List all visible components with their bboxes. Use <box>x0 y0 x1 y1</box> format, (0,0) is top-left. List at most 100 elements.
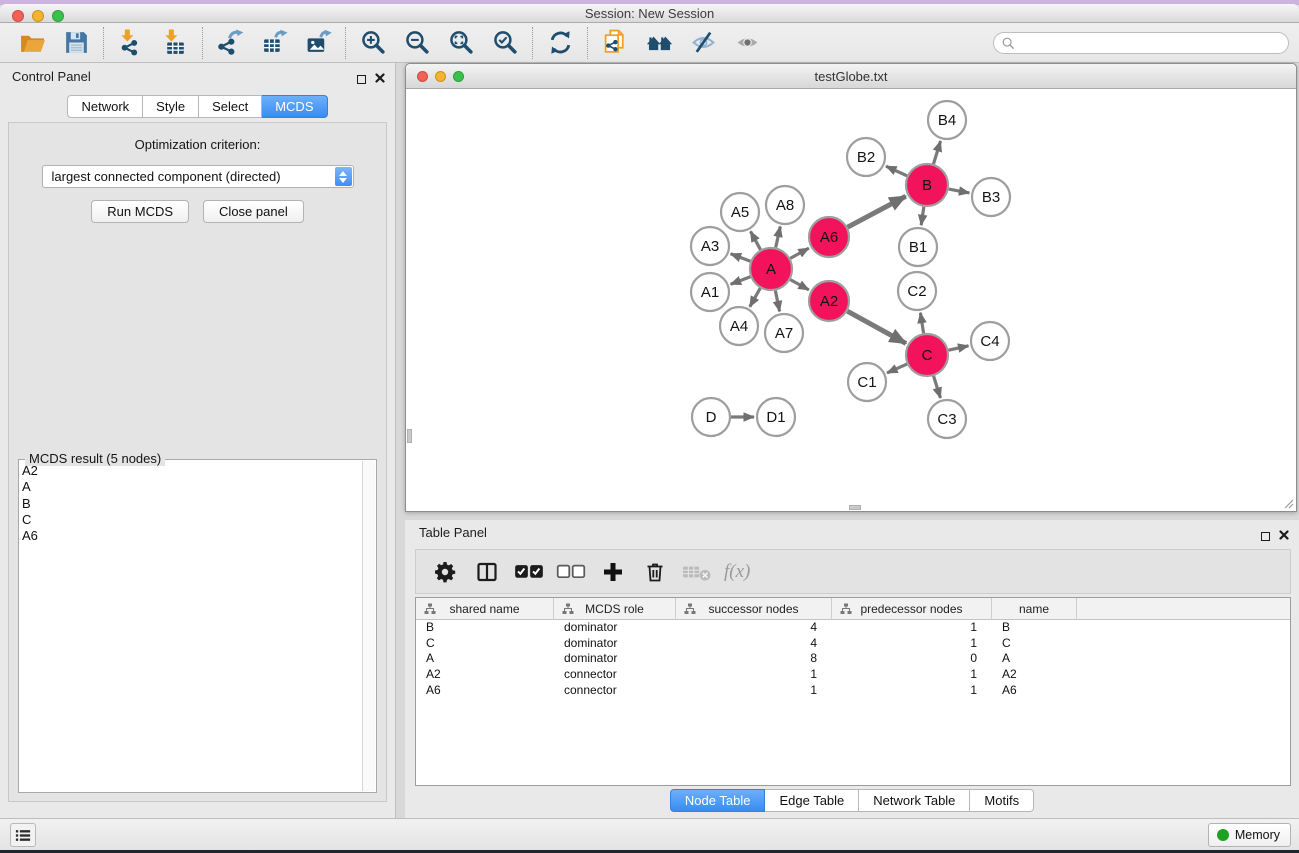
import-network-button[interactable] <box>109 26 153 60</box>
edge-B-B4[interactable] <box>933 141 940 164</box>
node-A2[interactable]: A2 <box>809 281 849 321</box>
node-B4[interactable]: B4 <box>928 101 966 139</box>
node-C3[interactable]: C3 <box>928 400 966 438</box>
node-A4[interactable]: A4 <box>720 307 758 345</box>
close-panel-button[interactable]: Close panel <box>203 200 304 223</box>
edge-C-C2[interactable] <box>920 313 923 334</box>
result-scrollbar[interactable] <box>362 461 375 791</box>
node-C2[interactable]: C2 <box>898 272 936 310</box>
mcds-result-item[interactable]: A <box>22 479 360 495</box>
toggle-show-button[interactable] <box>725 26 769 60</box>
edge-A-A1[interactable] <box>731 277 751 284</box>
edge-A6-B[interactable] <box>848 196 906 227</box>
node-A6[interactable]: A6 <box>809 217 849 257</box>
tab-select[interactable]: Select <box>199 95 262 118</box>
tab-network[interactable]: Network <box>67 95 143 118</box>
tab-node-table[interactable]: Node Table <box>670 789 766 812</box>
settings-button[interactable] <box>426 554 464 590</box>
node-A3[interactable]: A3 <box>691 227 729 265</box>
deselect-all-button[interactable] <box>552 554 590 590</box>
node-B[interactable]: B <box>906 164 948 206</box>
function-builder-button[interactable]: f(x) <box>720 561 750 583</box>
mcds-result-item[interactable]: B <box>22 496 360 512</box>
float-table-panel-icon[interactable] <box>1261 532 1270 541</box>
zoom-selected-button[interactable] <box>483 26 527 60</box>
edge-A-A2[interactable] <box>790 280 809 290</box>
edge-A-A5[interactable] <box>751 231 761 249</box>
edge-B-B3[interactable] <box>949 189 970 193</box>
zoom-out-button[interactable] <box>395 26 439 60</box>
canvas-vertical-scroll-thumb[interactable] <box>407 429 412 443</box>
table-row[interactable]: Bdominator41B <box>416 620 1290 636</box>
home-button[interactable] <box>637 26 681 60</box>
close-panel-icon[interactable] <box>375 70 385 88</box>
node-C4[interactable]: C4 <box>971 322 1009 360</box>
column-header-successor-nodes[interactable]: successor nodes <box>676 598 832 620</box>
mcds-result-item[interactable]: A2 <box>22 463 360 479</box>
column-header-predecessor-nodes[interactable]: predecessor nodes <box>832 598 992 620</box>
node-D1[interactable]: D1 <box>757 398 795 436</box>
optimization-select[interactable]: largest connected component (directed) <box>42 165 354 188</box>
mcds-result-item[interactable]: A6 <box>22 528 360 544</box>
edge-A-A4[interactable] <box>750 288 760 307</box>
search-box[interactable] <box>993 32 1289 54</box>
import-table-button[interactable] <box>153 26 197 60</box>
node-B2[interactable]: B2 <box>847 138 885 176</box>
save-session-button[interactable] <box>54 26 98 60</box>
clone-network-button[interactable] <box>593 26 637 60</box>
column-header-name[interactable]: name <box>992 598 1077 620</box>
table-row[interactable]: Adominator80A <box>416 651 1290 667</box>
tab-mcds[interactable]: MCDS <box>262 95 327 118</box>
node-B3[interactable]: B3 <box>972 178 1010 216</box>
table-row[interactable]: Cdominator41C <box>416 636 1290 652</box>
export-image-button[interactable] <box>296 26 340 60</box>
node-C1[interactable]: C1 <box>848 363 886 401</box>
edge-B-B1[interactable] <box>921 207 924 225</box>
node-A5[interactable]: A5 <box>721 193 759 231</box>
memory-button[interactable]: Memory <box>1208 823 1291 847</box>
canvas-horizontal-scroll-thumb[interactable] <box>849 505 861 510</box>
column-header-shared-name[interactable]: shared name <box>416 598 554 620</box>
float-panel-icon[interactable] <box>357 75 366 84</box>
table-row[interactable]: A6connector11A6 <box>416 683 1290 699</box>
select-all-button[interactable] <box>510 554 548 590</box>
network-graph[interactable]: B4 B2 B B3 B1 A5A8A6 A3 A A1 A2 C2 A4A7 C4 C C1 C3 D D1 <box>406 89 1296 511</box>
edge-C-C3[interactable] <box>934 376 941 398</box>
edge-B-B2[interactable] <box>886 166 907 176</box>
edge-A-A3[interactable] <box>731 254 751 261</box>
node-C[interactable]: C <box>906 334 948 376</box>
mcds-result-list[interactable]: A2ABCA6 <box>22 463 360 789</box>
tab-edge-table[interactable]: Edge Table <box>765 789 859 812</box>
table-row[interactable]: A2connector11A2 <box>416 667 1290 683</box>
edge-C-C1[interactable] <box>887 364 907 373</box>
node-A8[interactable]: A8 <box>766 186 804 224</box>
run-mcds-button[interactable]: Run MCDS <box>91 200 189 223</box>
export-table-button[interactable] <box>252 26 296 60</box>
network-canvas[interactable]: B4 B2 B B3 B1 A5A8A6 A3 A A1 A2 C2 A4A7 C4 C C1 C3 D D1 <box>406 89 1296 511</box>
tab-style[interactable]: Style <box>143 95 199 118</box>
mcds-result-item[interactable]: C <box>22 512 360 528</box>
open-session-button[interactable] <box>10 26 54 60</box>
split-columns-button[interactable] <box>468 554 506 590</box>
node-B1[interactable]: B1 <box>899 228 937 266</box>
zoom-fit-button[interactable] <box>439 26 483 60</box>
node-D[interactable]: D <box>692 398 730 436</box>
edge-C-C4[interactable] <box>948 346 968 350</box>
edge-A-A7[interactable] <box>775 291 779 312</box>
task-history-button[interactable] <box>10 823 36 847</box>
close-table-panel-icon[interactable] <box>1279 527 1289 545</box>
resize-grip-icon[interactable] <box>1282 497 1294 509</box>
node-A1[interactable]: A1 <box>691 273 729 311</box>
zoom-in-button[interactable] <box>351 26 395 60</box>
node-A7[interactable]: A7 <box>765 314 803 352</box>
search-input[interactable] <box>1015 34 1288 52</box>
edge-A-A8[interactable] <box>776 226 781 247</box>
toggle-hide-button[interactable] <box>681 26 725 60</box>
export-network-button[interactable] <box>208 26 252 60</box>
refresh-layout-button[interactable] <box>538 26 582 60</box>
tab-network-table[interactable]: Network Table <box>859 789 970 812</box>
add-column-button[interactable] <box>594 554 632 590</box>
column-header-MCDS-role[interactable]: MCDS role <box>554 598 676 620</box>
node-A[interactable]: A <box>750 248 792 290</box>
edge-A-A6[interactable] <box>790 248 809 258</box>
